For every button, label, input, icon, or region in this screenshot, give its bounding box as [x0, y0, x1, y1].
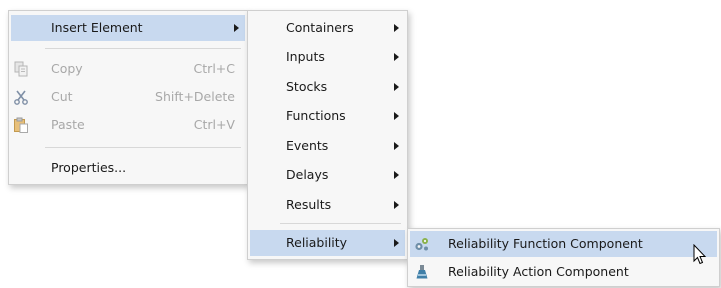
menu-item-label: Reliability	[286, 235, 348, 250]
menu-item-label: Reliability Function Component	[448, 236, 643, 251]
mouse-pointer-icon	[693, 244, 707, 265]
submenu-arrow-icon	[394, 24, 399, 32]
menu-item-label: Events	[286, 138, 329, 153]
menu-item-label: Cut	[51, 89, 73, 104]
menu-item-label: Stocks	[286, 79, 328, 94]
submenu-arrow-icon	[394, 83, 399, 91]
submenu-item-functions[interactable]: Functions	[250, 103, 405, 129]
submenu-arrow-icon	[394, 53, 399, 61]
menu-item-label: Inputs	[286, 49, 325, 64]
submenu-item-delays[interactable]: Delays	[250, 162, 405, 188]
submenu-arrow-icon	[394, 201, 399, 209]
scissors-icon	[14, 90, 28, 105]
submenu-arrow-icon	[394, 239, 399, 247]
copy-icon	[14, 61, 28, 77]
menu-separator	[280, 223, 401, 224]
shortcut-text: Shift+Delete	[155, 89, 235, 104]
menu-item-cut[interactable]: Cut Shift+Delete	[11, 84, 245, 110]
reliability-function-component-item[interactable]: Reliability Function Component	[410, 231, 717, 257]
menu-item-label: Reliability Action Component	[448, 264, 629, 279]
submenu-arrow-icon	[394, 142, 399, 150]
submenu-item-stocks[interactable]: Stocks	[250, 74, 405, 100]
menu-item-label: Paste	[51, 117, 85, 132]
submenu-item-reliability[interactable]: Reliability	[250, 230, 405, 256]
menu-item-copy[interactable]: Copy Ctrl+C	[11, 56, 245, 82]
context-menu: Insert Element Copy Ctrl+C Cut Shift+Del…	[8, 10, 248, 185]
shortcut-text: Ctrl+C	[193, 61, 235, 76]
reliability-action-component-item[interactable]: Reliability Action Component	[410, 259, 717, 285]
insert-element-submenu: Containers Inputs Stocks Functions Event…	[247, 10, 408, 260]
menu-item-label: Results	[286, 197, 332, 212]
menu-item-label: Delays	[286, 167, 329, 182]
submenu-item-inputs[interactable]: Inputs	[250, 44, 405, 70]
menu-separator	[45, 147, 241, 148]
submenu-item-results[interactable]: Results	[250, 192, 405, 218]
submenu-arrow-icon	[394, 171, 399, 179]
menu-item-label: Functions	[286, 108, 346, 123]
menu-item-label: Containers	[286, 20, 354, 35]
menu-item-label: Properties...	[51, 160, 127, 175]
menu-item-label: Copy	[51, 61, 83, 76]
menu-separator	[45, 48, 241, 49]
shortcut-text: Ctrl+V	[193, 117, 235, 132]
reliability-submenu: Reliability Function Component Reliabili…	[407, 228, 720, 287]
paste-icon	[14, 117, 28, 133]
gears-icon	[415, 238, 428, 251]
menu-item-label: Insert Element	[51, 20, 143, 35]
submenu-item-containers[interactable]: Containers	[250, 15, 405, 41]
submenu-arrow-icon	[234, 24, 239, 32]
menu-item-properties[interactable]: Properties...	[11, 155, 245, 181]
flask-icon	[416, 265, 428, 279]
menu-item-paste[interactable]: Paste Ctrl+V	[11, 112, 245, 138]
menu-item-insert-element[interactable]: Insert Element	[11, 15, 245, 41]
submenu-item-events[interactable]: Events	[250, 133, 405, 159]
submenu-arrow-icon	[394, 112, 399, 120]
